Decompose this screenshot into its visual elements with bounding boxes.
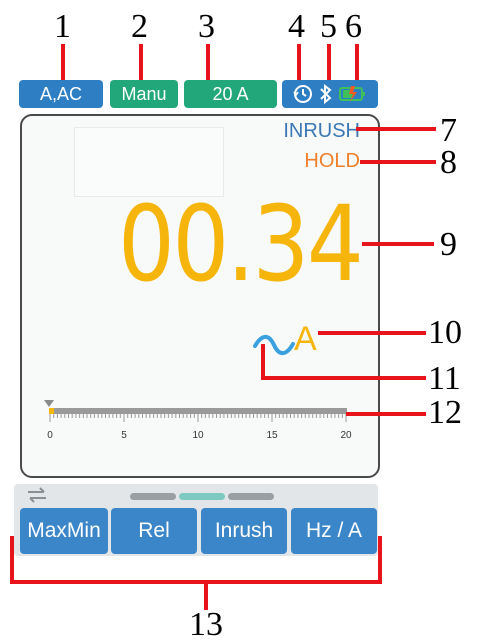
bracket-bottom bbox=[10, 580, 382, 584]
leader-line-2 bbox=[139, 44, 143, 80]
leader-line-1 bbox=[61, 44, 65, 80]
inrush-indicator: INRUSH bbox=[283, 120, 360, 142]
clock-icon bbox=[293, 85, 312, 103]
leader-line-5 bbox=[327, 44, 331, 80]
leader-line-11-vertical bbox=[261, 344, 265, 378]
inrush-button[interactable]: Inrush bbox=[201, 508, 287, 554]
hold-indicator: HOLD bbox=[304, 150, 360, 172]
leader-line-7 bbox=[356, 127, 436, 131]
range-value-indicator: 20 A bbox=[184, 80, 277, 108]
bar-graph-tick-label: 5 bbox=[121, 430, 127, 441]
function-indicator: A,AC bbox=[19, 80, 103, 108]
callout-4: 4 bbox=[288, 8, 305, 45]
page-dot-3 bbox=[228, 493, 274, 500]
leader-line-10 bbox=[318, 331, 426, 335]
main-reading: 00.34 bbox=[118, 183, 364, 305]
rel-button[interactable]: Rel bbox=[111, 508, 197, 554]
range-mode-indicator: Manu bbox=[110, 80, 178, 108]
page-dot-1 bbox=[130, 493, 176, 500]
hz-a-button[interactable]: Hz / A bbox=[291, 508, 377, 554]
battery-icon bbox=[339, 86, 365, 102]
maxmin-button[interactable]: MaxMin bbox=[20, 508, 108, 554]
callout-7: 7 bbox=[440, 112, 457, 149]
leader-line-12 bbox=[346, 412, 426, 416]
callout-6: 6 bbox=[345, 8, 362, 45]
callout-12: 12 bbox=[428, 394, 462, 431]
leader-line-4 bbox=[297, 44, 301, 80]
status-icons-group bbox=[282, 80, 378, 108]
bracket-left bbox=[10, 536, 14, 584]
swap-arrows-icon[interactable] bbox=[26, 486, 48, 504]
bluetooth-icon bbox=[320, 83, 332, 105]
bracket-right bbox=[378, 536, 382, 584]
bar-graph: 0 5 10 15 20 bbox=[44, 400, 352, 441]
ac-symbol-icon bbox=[253, 334, 295, 356]
bar-graph-tick-label: 10 bbox=[192, 430, 204, 441]
bar-graph-tick-label: 0 bbox=[47, 430, 53, 441]
callout-13: 13 bbox=[189, 606, 223, 643]
page-dot-2-active bbox=[179, 493, 225, 500]
leader-line-3 bbox=[206, 44, 210, 80]
leader-line-8 bbox=[360, 160, 436, 164]
leader-line-11 bbox=[261, 376, 426, 380]
leader-line-9 bbox=[362, 242, 434, 246]
callout-8: 8 bbox=[440, 144, 457, 181]
callout-10: 10 bbox=[428, 314, 462, 351]
bar-graph-tick-label: 20 bbox=[340, 430, 352, 441]
bar-graph-tick-label: 15 bbox=[266, 430, 278, 441]
callout-2: 2 bbox=[131, 8, 148, 45]
callout-9: 9 bbox=[440, 226, 457, 263]
callout-3: 3 bbox=[198, 8, 215, 45]
callout-5: 5 bbox=[320, 8, 337, 45]
unit-label: A bbox=[294, 320, 317, 358]
callout-1: 1 bbox=[54, 8, 71, 45]
callout-11: 11 bbox=[428, 360, 461, 397]
leader-line-6 bbox=[355, 44, 359, 80]
